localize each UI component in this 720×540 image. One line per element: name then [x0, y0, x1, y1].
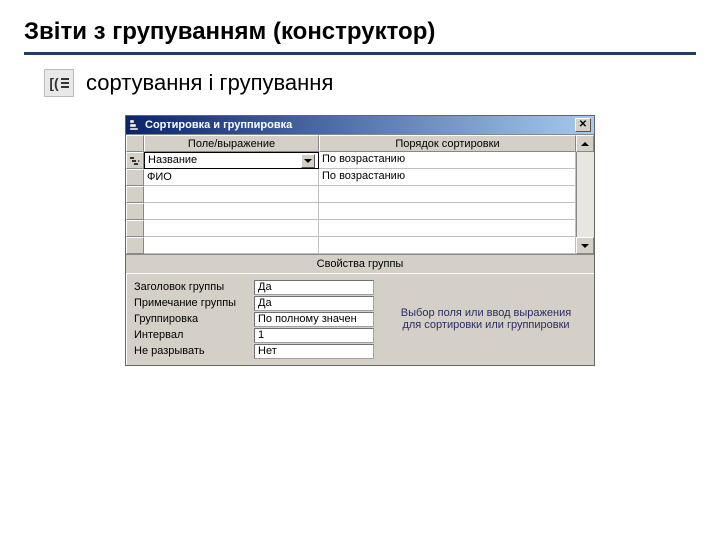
- field-cell[interactable]: [144, 220, 319, 237]
- row-handle[interactable]: [126, 152, 144, 169]
- field-cell[interactable]: [144, 203, 319, 220]
- grid-header-row: Поле/выражение Порядок сортировки: [126, 134, 594, 152]
- scroll-up-button[interactable]: [576, 135, 594, 152]
- field-cell[interactable]: [144, 237, 319, 254]
- prop-label: Не разрывать: [134, 345, 254, 357]
- prop-row: ГруппировкаПо полному значен: [134, 311, 374, 327]
- row-handle[interactable]: [126, 169, 144, 186]
- chevron-down-icon: [304, 159, 312, 163]
- scrollbar-track[interactable]: [576, 169, 594, 186]
- prop-row: Примечание группыДа: [134, 295, 374, 311]
- table-row[interactable]: [126, 186, 594, 203]
- dialog-icon: [129, 119, 141, 131]
- prop-row: Заголовок группыДа: [134, 279, 374, 295]
- prop-value[interactable]: 1: [254, 328, 374, 343]
- table-row[interactable]: [126, 237, 594, 254]
- field-dropdown-button[interactable]: [301, 154, 315, 168]
- column-header-field[interactable]: Поле/выражение: [144, 135, 319, 152]
- prop-label: Заголовок группы: [134, 281, 254, 293]
- props-grid: Заголовок группыДаПримечание группыДаГру…: [134, 279, 374, 359]
- prop-label: Интервал: [134, 329, 254, 341]
- prop-value[interactable]: Да: [254, 296, 374, 311]
- field-cell[interactable]: [144, 186, 319, 203]
- subheading-row: [( сортування і групування: [44, 69, 696, 97]
- row-handle[interactable]: [126, 220, 144, 237]
- prop-value[interactable]: Нет: [254, 344, 374, 359]
- prop-label: Группировка: [134, 313, 254, 325]
- prop-label: Примечание группы: [134, 297, 254, 309]
- chevron-down-icon: [581, 244, 589, 248]
- row-handle[interactable]: [126, 203, 144, 220]
- prop-value[interactable]: Да: [254, 280, 374, 295]
- field-cell[interactable]: ФИО: [144, 169, 319, 186]
- sort-cell[interactable]: [319, 237, 576, 254]
- scroll-down-button[interactable]: [576, 237, 594, 254]
- dialog-titlebar[interactable]: Сортировка и группировка ✕: [126, 116, 594, 134]
- table-row[interactable]: [126, 220, 594, 237]
- group-props-header: Свойства группы: [126, 254, 594, 274]
- scrollbar-track[interactable]: [576, 203, 594, 220]
- prop-row: Не разрыватьНет: [134, 343, 374, 359]
- help-text: Выбор поля или ввод выражения для сортир…: [384, 279, 588, 359]
- column-header-sort[interactable]: Порядок сортировки: [319, 135, 576, 152]
- sort-cell[interactable]: [319, 220, 576, 237]
- prop-value[interactable]: По полному значен: [254, 312, 374, 327]
- field-cell[interactable]: Название: [144, 152, 319, 169]
- scrollbar-track[interactable]: [576, 186, 594, 203]
- active-row-icon: [129, 156, 141, 166]
- table-row[interactable]: ФИО По возрастанию: [126, 169, 594, 186]
- sort-group-dialog: Сортировка и группировка ✕ Поле/выражени…: [125, 115, 595, 366]
- table-row[interactable]: [126, 203, 594, 220]
- field-cell-text: ФИО: [147, 170, 172, 185]
- dialog-title: Сортировка и группировка: [145, 119, 292, 131]
- sort-cell[interactable]: [319, 186, 576, 203]
- field-cell-text: Название: [148, 153, 197, 168]
- close-button[interactable]: ✕: [575, 118, 591, 132]
- group-props-area: Заголовок группыДаПримечание группыДаГру…: [126, 274, 594, 365]
- scrollbar-track[interactable]: [576, 220, 594, 237]
- slide-title: Звіти з групуванням (конструктор): [24, 18, 696, 55]
- sort-cell[interactable]: По возрастанию: [319, 169, 576, 186]
- row-handle-header: [126, 135, 144, 152]
- sort-group-icon: [(: [44, 69, 74, 97]
- row-handle[interactable]: [126, 237, 144, 254]
- prop-row: Интервал1: [134, 327, 374, 343]
- row-handle[interactable]: [126, 186, 144, 203]
- sort-cell[interactable]: По возрастанию: [319, 152, 576, 169]
- sort-cell[interactable]: [319, 203, 576, 220]
- scrollbar-track[interactable]: [576, 152, 594, 169]
- subheading-text: сортування і групування: [86, 70, 333, 96]
- table-row[interactable]: Название По возрастанию: [126, 152, 594, 169]
